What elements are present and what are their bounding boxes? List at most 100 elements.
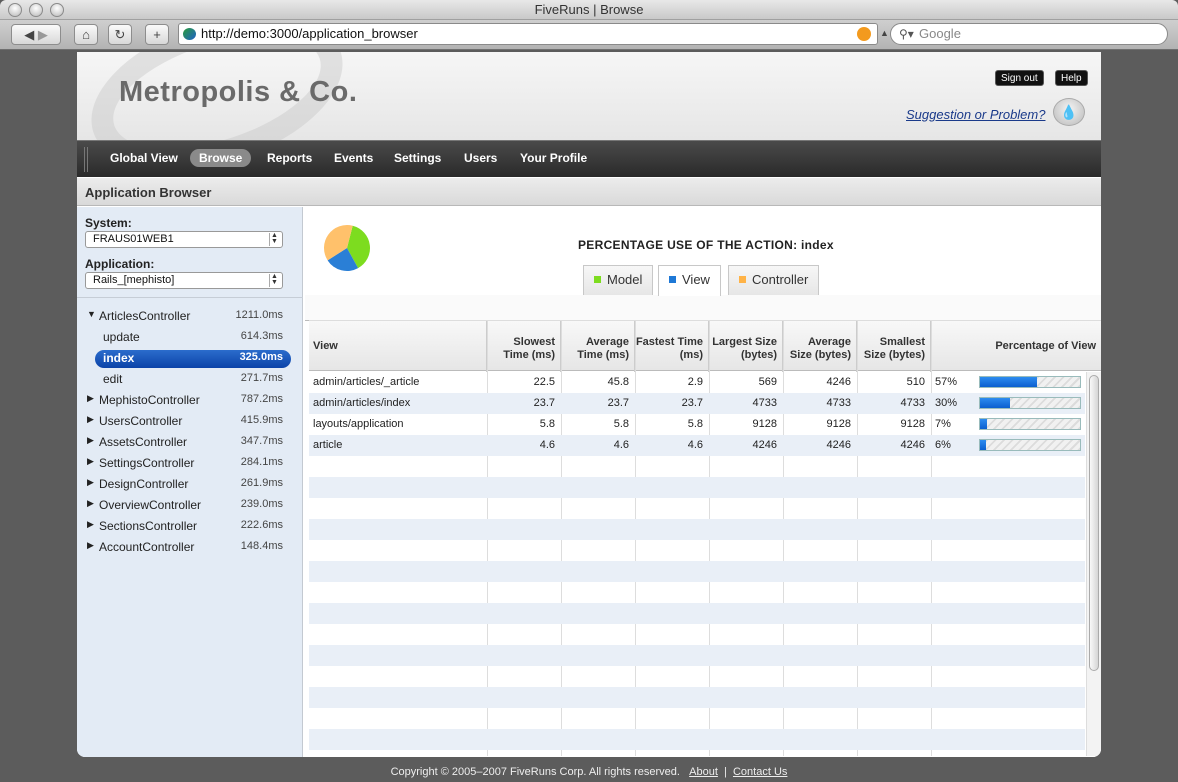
tree-action-item[interactable]: edit 271.7ms bbox=[77, 371, 303, 392]
tree-controller-item[interactable]: ▼ ArticlesController 1211.0ms bbox=[77, 308, 303, 329]
table-row[interactable] bbox=[309, 456, 1085, 477]
tree-controller-item[interactable]: ▶ SettingsController 284.1ms bbox=[77, 455, 303, 476]
tree-controller-item[interactable]: ▶ AssetsController 347.7ms bbox=[77, 434, 303, 455]
col-average-size[interactable]: Average Size (bytes) bbox=[783, 321, 857, 372]
table-row[interactable] bbox=[309, 519, 1085, 540]
nav-global-view[interactable]: Global View bbox=[110, 151, 178, 165]
cell-slowest: 4.6 bbox=[539, 439, 555, 451]
cell-average-size: 4246 bbox=[826, 376, 851, 388]
tree-controller-item[interactable]: ▶ DesignController 261.9ms bbox=[77, 476, 303, 497]
tree-controller-item[interactable]: ▶ AccountController 148.4ms bbox=[77, 539, 303, 560]
rss-refresh-icon[interactable] bbox=[857, 27, 871, 41]
feedback-drop-icon[interactable]: 💧 bbox=[1053, 98, 1085, 126]
nav-settings[interactable]: Settings bbox=[394, 151, 441, 165]
table-row[interactable] bbox=[309, 603, 1085, 624]
cell-smallest-size: 510 bbox=[906, 376, 925, 388]
nav-users[interactable]: Users bbox=[464, 151, 497, 165]
tree-controller-item[interactable]: ▶ MephistoController 787.2ms bbox=[77, 392, 303, 413]
table-row[interactable] bbox=[309, 624, 1085, 645]
search-field[interactable]: ⚲▾ Google bbox=[890, 23, 1168, 45]
tree-controller-item[interactable]: ▶ OverviewController 239.0ms bbox=[77, 497, 303, 518]
tree-action-item[interactable]: update 614.3ms bbox=[77, 329, 303, 350]
tree-controller-item[interactable]: ▶ SectionsController 222.6ms bbox=[77, 518, 303, 539]
system-label: System: bbox=[85, 216, 132, 230]
tab-controller[interactable]: Controller bbox=[728, 265, 820, 295]
browser-toolbar: ◀ ▶ ⌂ ↻ + http://demo:3000/application_b… bbox=[0, 20, 1178, 50]
application-select[interactable]: Rails_[mephisto] ▲ ▼ bbox=[85, 272, 283, 289]
url-dropdown-icon[interactable]: ▲ bbox=[880, 28, 889, 38]
col-average-time[interactable]: Average Time (ms) bbox=[561, 321, 635, 372]
nav-events[interactable]: Events bbox=[334, 151, 373, 165]
cell-percentage: 57% bbox=[935, 376, 958, 388]
col-percentage[interactable]: Percentage of View bbox=[931, 321, 1101, 372]
table-body[interactable]: admin/articles/_article 22.5 45.8 2.9 569 424… bbox=[309, 372, 1085, 756]
url-text[interactable]: http://demo:3000/application_browser bbox=[201, 26, 418, 41]
cell-fastest: 2.9 bbox=[687, 376, 703, 388]
table-row[interactable] bbox=[309, 645, 1085, 666]
application-label: Application: bbox=[85, 257, 155, 271]
collapsed-triangle-icon[interactable]: ▶ bbox=[87, 456, 94, 467]
sign-out-button[interactable]: Sign out bbox=[995, 70, 1044, 86]
table-row[interactable] bbox=[309, 687, 1085, 708]
cell-view: admin/articles/_article bbox=[313, 376, 420, 388]
controller-swatch-icon bbox=[739, 276, 746, 283]
table-row[interactable]: admin/articles/index 23.7 23.7 23.7 4733 4733… bbox=[309, 393, 1085, 414]
suggestion-link[interactable]: Suggestion or Problem? bbox=[906, 107, 1045, 122]
add-bookmark-button[interactable]: + bbox=[145, 24, 169, 45]
tree-item-time: 614.3ms bbox=[240, 330, 283, 342]
table-row[interactable] bbox=[309, 561, 1085, 582]
zoom-window-button[interactable] bbox=[50, 3, 64, 17]
table-row[interactable] bbox=[309, 498, 1085, 519]
address-bar[interactable]: http://demo:3000/application_browser bbox=[178, 23, 878, 45]
collapsed-triangle-icon[interactable]: ▶ bbox=[87, 414, 94, 425]
collapsed-triangle-icon[interactable]: ▶ bbox=[87, 540, 94, 551]
back-icon[interactable]: ◀ bbox=[24, 27, 34, 42]
col-slowest-time[interactable]: Slowest Time (ms) bbox=[487, 321, 561, 372]
table-row[interactable] bbox=[309, 666, 1085, 687]
forward-icon[interactable]: ▶ bbox=[38, 27, 48, 42]
scrollbar-thumb[interactable] bbox=[1089, 375, 1099, 671]
collapsed-triangle-icon[interactable]: ▶ bbox=[87, 435, 94, 446]
collapsed-triangle-icon[interactable]: ▶ bbox=[87, 519, 94, 530]
tab-controller-label: Controller bbox=[752, 272, 809, 287]
col-smallest-size[interactable]: Smallest Size (bytes) bbox=[857, 321, 931, 372]
tab-model[interactable]: Model bbox=[583, 265, 654, 295]
col-largest-size[interactable]: Largest Size (bytes) bbox=[709, 321, 783, 372]
nav-browse[interactable]: Browse bbox=[190, 149, 252, 167]
minimize-window-button[interactable] bbox=[29, 3, 43, 17]
reload-button[interactable]: ↻ bbox=[108, 24, 132, 45]
back-forward-button[interactable]: ◀ ▶ bbox=[11, 24, 61, 45]
table-row[interactable] bbox=[309, 582, 1085, 603]
cell-average-size: 4733 bbox=[826, 397, 851, 409]
table-row[interactable]: admin/articles/_article 22.5 45.8 2.9 569 424… bbox=[309, 372, 1085, 393]
contact-us-link[interactable]: Contact Us bbox=[733, 766, 787, 778]
cell-largest-size: 569 bbox=[758, 376, 777, 388]
table-row[interactable] bbox=[309, 477, 1085, 498]
table-row[interactable]: article 4.6 4.6 4.6 4246 4246 4246 6% bbox=[309, 435, 1085, 456]
tab-view[interactable]: View bbox=[658, 265, 721, 296]
tree-controller-item[interactable]: ▶ UsersController 415.9ms bbox=[77, 413, 303, 434]
help-button[interactable]: Help bbox=[1055, 70, 1088, 86]
table-row[interactable] bbox=[309, 729, 1085, 750]
col-view[interactable]: View bbox=[309, 321, 487, 372]
view-table: View Slowest Time (ms) Average Time (ms)… bbox=[309, 320, 1101, 756]
about-link[interactable]: About bbox=[689, 766, 718, 778]
nav-your-profile[interactable]: Your Profile bbox=[520, 151, 587, 165]
cell-view: layouts/application bbox=[313, 418, 404, 430]
nav-reports[interactable]: Reports bbox=[267, 151, 312, 165]
collapsed-triangle-icon[interactable]: ▶ bbox=[87, 393, 94, 404]
cell-average: 4.6 bbox=[613, 439, 629, 451]
table-row[interactable] bbox=[309, 708, 1085, 729]
table-scrollbar[interactable] bbox=[1086, 372, 1101, 756]
table-row[interactable]: layouts/application 5.8 5.8 5.8 9128 9128 9128… bbox=[309, 414, 1085, 435]
expanded-triangle-icon[interactable]: ▼ bbox=[87, 309, 96, 319]
cell-largest-size: 4246 bbox=[752, 439, 777, 451]
system-select[interactable]: FRAUS01WEB1 ▲ ▼ bbox=[85, 231, 283, 248]
table-row[interactable] bbox=[309, 540, 1085, 561]
close-window-button[interactable] bbox=[8, 3, 22, 17]
collapsed-triangle-icon[interactable]: ▶ bbox=[87, 498, 94, 509]
home-button[interactable]: ⌂ bbox=[74, 24, 98, 45]
col-fastest-time[interactable]: Fastest Time (ms) bbox=[635, 321, 709, 372]
tree-action-item[interactable]: index 325.0ms bbox=[77, 350, 303, 371]
collapsed-triangle-icon[interactable]: ▶ bbox=[87, 477, 94, 488]
